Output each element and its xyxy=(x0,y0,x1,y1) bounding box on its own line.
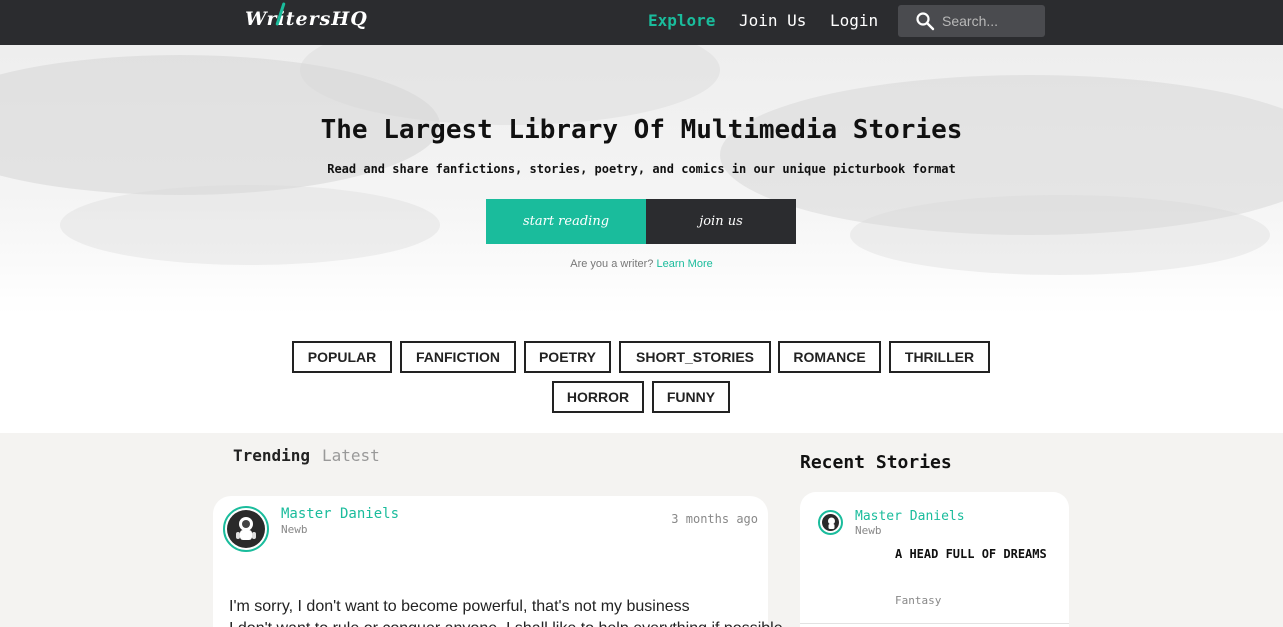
join-us-button[interactable]: join us xyxy=(646,199,796,244)
site-logo[interactable]: WritersHQ xyxy=(245,2,368,30)
post-text-line: I don't want to rule or conquer anyone. … xyxy=(229,618,783,627)
category-fanfiction[interactable]: FANFICTION xyxy=(400,341,516,373)
story-author-name[interactable]: Master Daniels xyxy=(855,509,965,524)
search-icon xyxy=(916,12,935,31)
recent-story-card[interactable]: Master Daniels Newb A HEAD FULL OF DREAM… xyxy=(800,492,1069,627)
post-author-name[interactable]: Master Daniels xyxy=(281,506,399,522)
story-author-rank: Newb xyxy=(855,524,882,537)
category-romance[interactable]: ROMANCE xyxy=(778,341,881,373)
recent-stories-heading: Recent Stories xyxy=(800,452,952,473)
category-popular[interactable]: POPULAR xyxy=(292,341,392,373)
astronaut-icon xyxy=(828,517,835,529)
story-genre: Fantasy xyxy=(895,594,942,607)
category-poetry[interactable]: POETRY xyxy=(524,341,611,373)
hero-subtitle: Read and share fanfictions, stories, poe… xyxy=(327,162,956,176)
nav-explore-link[interactable]: Explore xyxy=(648,11,715,30)
writer-prompt: Are you a writer? Learn More xyxy=(0,258,1283,270)
post-card[interactable]: Master Daniels Newb 3 months ago I'm sor… xyxy=(213,496,783,627)
writer-prompt-text: Are you a writer? xyxy=(570,258,654,270)
learn-more-link[interactable]: Learn More xyxy=(656,258,712,270)
category-funny[interactable]: FUNNY xyxy=(652,381,730,413)
hero-banner: The Largest Library Of Multimedia Storie… xyxy=(0,45,1283,315)
astronaut-icon xyxy=(236,517,256,540)
tab-trending[interactable]: Trending xyxy=(233,446,310,465)
post-body: I'm sorry, I don't want to become powerf… xyxy=(229,596,783,627)
category-horror[interactable]: HORROR xyxy=(552,381,644,413)
hero-title: The Largest Library Of Multimedia Storie… xyxy=(320,115,963,145)
post-text-line: I'm sorry, I don't want to become powerf… xyxy=(229,598,690,615)
nav-join-us-link[interactable]: Join Us xyxy=(739,11,806,30)
avatar-image xyxy=(227,510,265,548)
avatar-image xyxy=(822,514,839,531)
avatar[interactable] xyxy=(818,510,843,535)
story-title[interactable]: A HEAD FULL OF DREAMS xyxy=(895,547,1047,561)
tab-latest[interactable]: Latest xyxy=(322,446,380,465)
divider xyxy=(800,623,1069,624)
category-short-stories[interactable]: SHORT_STORIES xyxy=(619,341,771,373)
nav-login-link[interactable]: Login xyxy=(830,11,878,30)
post-timestamp: 3 months ago xyxy=(671,512,758,526)
start-reading-button[interactable]: start reading xyxy=(486,199,646,244)
post-author-rank: Newb xyxy=(281,523,308,536)
avatar[interactable] xyxy=(223,506,269,552)
search-input[interactable] xyxy=(942,11,1038,31)
search-box[interactable] xyxy=(898,5,1045,37)
category-thriller[interactable]: THRILLER xyxy=(889,341,990,373)
top-navbar: WritersHQ Explore Join Us Login xyxy=(0,0,1283,45)
